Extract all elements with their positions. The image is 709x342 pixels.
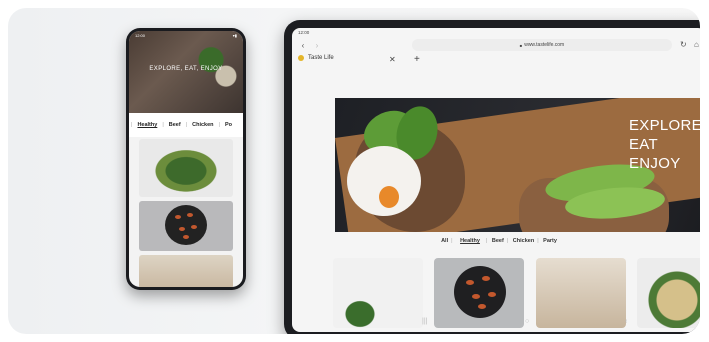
browser-tab-strip: Taste Life ✕ + <box>292 54 700 68</box>
phone-screen: 12:00 ▾▮ EXPLORE, EAT, ENJOY | Healthy |… <box>129 31 243 287</box>
tablet-status-time: 12:00 <box>298 30 310 35</box>
phone-hero-text: EXPLORE, EAT, ENJOY <box>149 66 223 72</box>
phone-tab-healthy[interactable]: Healthy <box>137 122 157 128</box>
tablet-device: 12:00 ‹ › ■ www.tastelife.com ↻ ⌂ Taste … <box>284 20 700 334</box>
favicon-icon <box>298 55 304 61</box>
phone-tab-beef[interactable]: Beef <box>169 122 181 128</box>
phone-tab-chicken[interactable]: Chicken <box>192 122 213 128</box>
reload-icon[interactable]: ↻ <box>680 40 687 49</box>
browser-tab[interactable]: Taste Life <box>298 55 398 61</box>
tablet-tab-party[interactable]: Party <box>543 238 557 244</box>
back-icon[interactable]: ‹ <box>296 41 310 50</box>
phone-food-card-mussels[interactable] <box>139 201 233 251</box>
url-text: www.tastelife.com <box>524 42 565 48</box>
tab-title: Taste Life <box>308 55 334 61</box>
address-bar[interactable]: ■ www.tastelife.com <box>412 39 672 51</box>
home-icon[interactable]: ⌂ <box>694 40 699 49</box>
tablet-tab-all[interactable]: All <box>441 238 448 244</box>
new-tab-icon[interactable]: + <box>414 54 420 65</box>
close-tab-icon[interactable]: ✕ <box>389 55 396 64</box>
signal-battery-icon: ▾▮ <box>232 33 237 38</box>
tablet-hero-image: EXPLORE EAT ENJOY <box>335 98 700 232</box>
phone-hero-image: 12:00 ▾▮ EXPLORE, EAT, ENJOY <box>129 31 243 113</box>
hero-line-explore: EXPLORE <box>629 117 700 134</box>
phone-device: 12:00 ▾▮ EXPLORE, EAT, ENJOY | Healthy |… <box>126 28 246 290</box>
tablet-tab-chicken[interactable]: Chicken <box>513 238 534 244</box>
tablet-hero-text: EXPLORE EAT ENJOY <box>629 116 700 173</box>
phone-category-tabs: | Healthy | Beef | Chicken | Po <box>129 113 243 137</box>
tablet-tab-healthy[interactable]: Healthy <box>460 238 480 244</box>
browser-toolbar: ‹ › ■ www.tastelife.com ↻ ⌂ <box>292 36 700 54</box>
phone-status-time: 12:00 <box>135 33 146 38</box>
forward-icon[interactable]: › <box>310 41 324 50</box>
nav-home-icon[interactable]: ○ <box>525 318 529 325</box>
lock-icon: ■ <box>519 42 523 48</box>
android-nav-bar: ||| ○ ‹ <box>292 318 700 328</box>
hero-line-eat: EAT <box>629 136 658 153</box>
recent-apps-icon[interactable]: ||| <box>422 318 427 325</box>
phone-food-card-green-salad[interactable] <box>139 139 233 197</box>
tablet-category-tabs: All | Healthy | Beef | Chicken | Party <box>441 238 557 244</box>
pan-image <box>165 205 207 245</box>
pan-image <box>454 266 506 318</box>
tablet-screen: 12:00 ‹ › ■ www.tastelife.com ↻ ⌂ Taste … <box>292 28 700 332</box>
phone-status-bar: 12:00 ▾▮ <box>129 31 243 40</box>
tablet-tab-beef[interactable]: Beef <box>492 238 504 244</box>
hero-line-enjoy: ENJOY <box>629 155 681 172</box>
product-stage: 12:00 ▾▮ EXPLORE, EAT, ENJOY | Healthy |… <box>8 8 700 334</box>
phone-tab-po[interactable]: Po <box>225 122 232 128</box>
phone-food-card-fish[interactable] <box>139 255 233 287</box>
nav-back-icon[interactable]: ‹ <box>625 318 627 325</box>
